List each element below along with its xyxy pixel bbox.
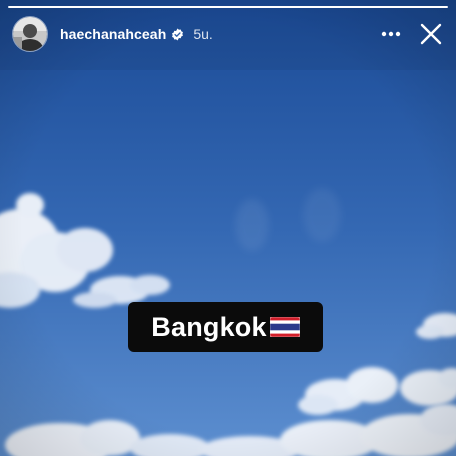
story-timestamp: 5u. [193,26,213,42]
avatar[interactable] [12,16,48,52]
username[interactable]: haechanahceah [60,26,166,42]
verified-badge-icon [171,28,184,41]
more-horizontal-icon [381,31,401,37]
thailand-flag-icon [269,317,300,337]
location-sticker[interactable]: Bangkok [128,302,323,352]
story-header: haechanahceah 5u. [12,16,446,52]
sticker-text: Bangkok [151,311,267,342]
close-button[interactable] [416,19,446,49]
story-progress-fill [8,6,448,8]
story-progress-bar [8,6,448,8]
close-icon [420,23,442,45]
sky-photo [0,0,456,456]
more-options-button[interactable] [376,19,406,49]
story-viewer[interactable]: haechanahceah 5u. Bangkok [0,0,456,456]
